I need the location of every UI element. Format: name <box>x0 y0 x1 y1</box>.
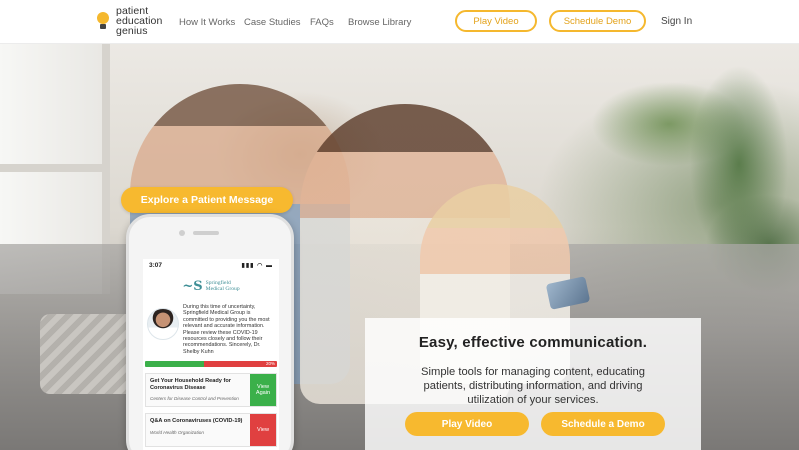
logo-line-3: genius <box>116 25 148 37</box>
nav-schedule-demo-button[interactable]: Schedule Demo <box>549 10 646 32</box>
phone-speaker <box>193 231 219 235</box>
resource-card-qa[interactable]: Q&A on Coronaviruses (COVID-19) World He… <box>145 413 277 448</box>
card-body: Q&A on Coronaviruses (COVID-19) World He… <box>146 414 250 446</box>
top-navigation: patient education genius How It Works Ca… <box>0 0 799 44</box>
cta-schedule-demo-button[interactable]: Schedule a Demo <box>541 412 665 436</box>
message-text: During this time of uncertainty, Springf… <box>183 304 270 355</box>
doctor-avatar <box>147 308 179 340</box>
cta-panel: Easy, effective communication. Simple to… <box>365 318 701 450</box>
card-source: World Health Organization <box>150 429 204 435</box>
cta-play-video-button[interactable]: Play Video <box>405 412 529 436</box>
card-title: Get Your Household Ready for Coronavirus… <box>150 378 231 391</box>
springfield-name: Springfield Medical Group <box>206 280 240 292</box>
phone-mockup: 3:07 ▮▮▮ ◠ ▬ ~S Springfield Medical Grou… <box>126 214 294 450</box>
explore-patient-message-button[interactable]: Explore a Patient Message <box>121 187 293 213</box>
sign-in-link[interactable]: Sign In <box>661 16 692 27</box>
resource-card-household[interactable]: Get Your Household Ready for Coronavirus… <box>145 373 277 408</box>
patient-message: During this time of uncertainty, Springf… <box>143 300 279 355</box>
cta-body: Simple tools for managing content, educa… <box>421 366 645 406</box>
view-again-button[interactable]: View Again <box>250 374 276 407</box>
nav-faqs[interactable]: FAQs <box>310 17 334 28</box>
progress-label: 20% <box>265 361 275 367</box>
phone-camera <box>179 230 185 236</box>
phone-status-bar: 3:07 ▮▮▮ ◠ ▬ <box>143 259 279 272</box>
springfield-mark-icon: ~S <box>182 278 203 294</box>
nav-case-studies[interactable]: Case Studies <box>244 17 301 28</box>
progress-bar: 20% <box>145 361 277 368</box>
card-body: Get Your Household Ready for Coronavirus… <box>146 374 250 406</box>
lightbulb-icon <box>96 10 110 32</box>
org-name-line-2: Medical Group <box>205 286 240 292</box>
nav-browse-library[interactable]: Browse Library <box>348 17 411 28</box>
progress-remaining: 20% <box>204 361 277 368</box>
nav-how-it-works[interactable]: How It Works <box>179 17 235 28</box>
springfield-logo: ~S Springfield Medical Group <box>143 272 279 300</box>
view-button[interactable]: View <box>250 414 276 447</box>
phone-screen: 3:07 ▮▮▮ ◠ ▬ ~S Springfield Medical Grou… <box>143 259 279 450</box>
nav-play-video-button[interactable]: Play Video <box>455 10 537 32</box>
signal-wifi-battery-icon: ▮▮▮ ◠ ▬ <box>241 263 273 269</box>
phone-time: 3:07 <box>149 262 163 269</box>
cta-buttons: Play Video Schedule a Demo <box>405 412 665 436</box>
card-source: Centers for Disease Control and Preventi… <box>150 396 239 402</box>
progress-fill <box>145 361 205 368</box>
logo-text: patient education genius <box>116 6 162 37</box>
logo[interactable]: patient education genius <box>96 6 162 36</box>
cta-heading: Easy, effective communication. <box>418 334 648 351</box>
card-title: Q&A on Coronaviruses (COVID-19) <box>150 418 243 425</box>
